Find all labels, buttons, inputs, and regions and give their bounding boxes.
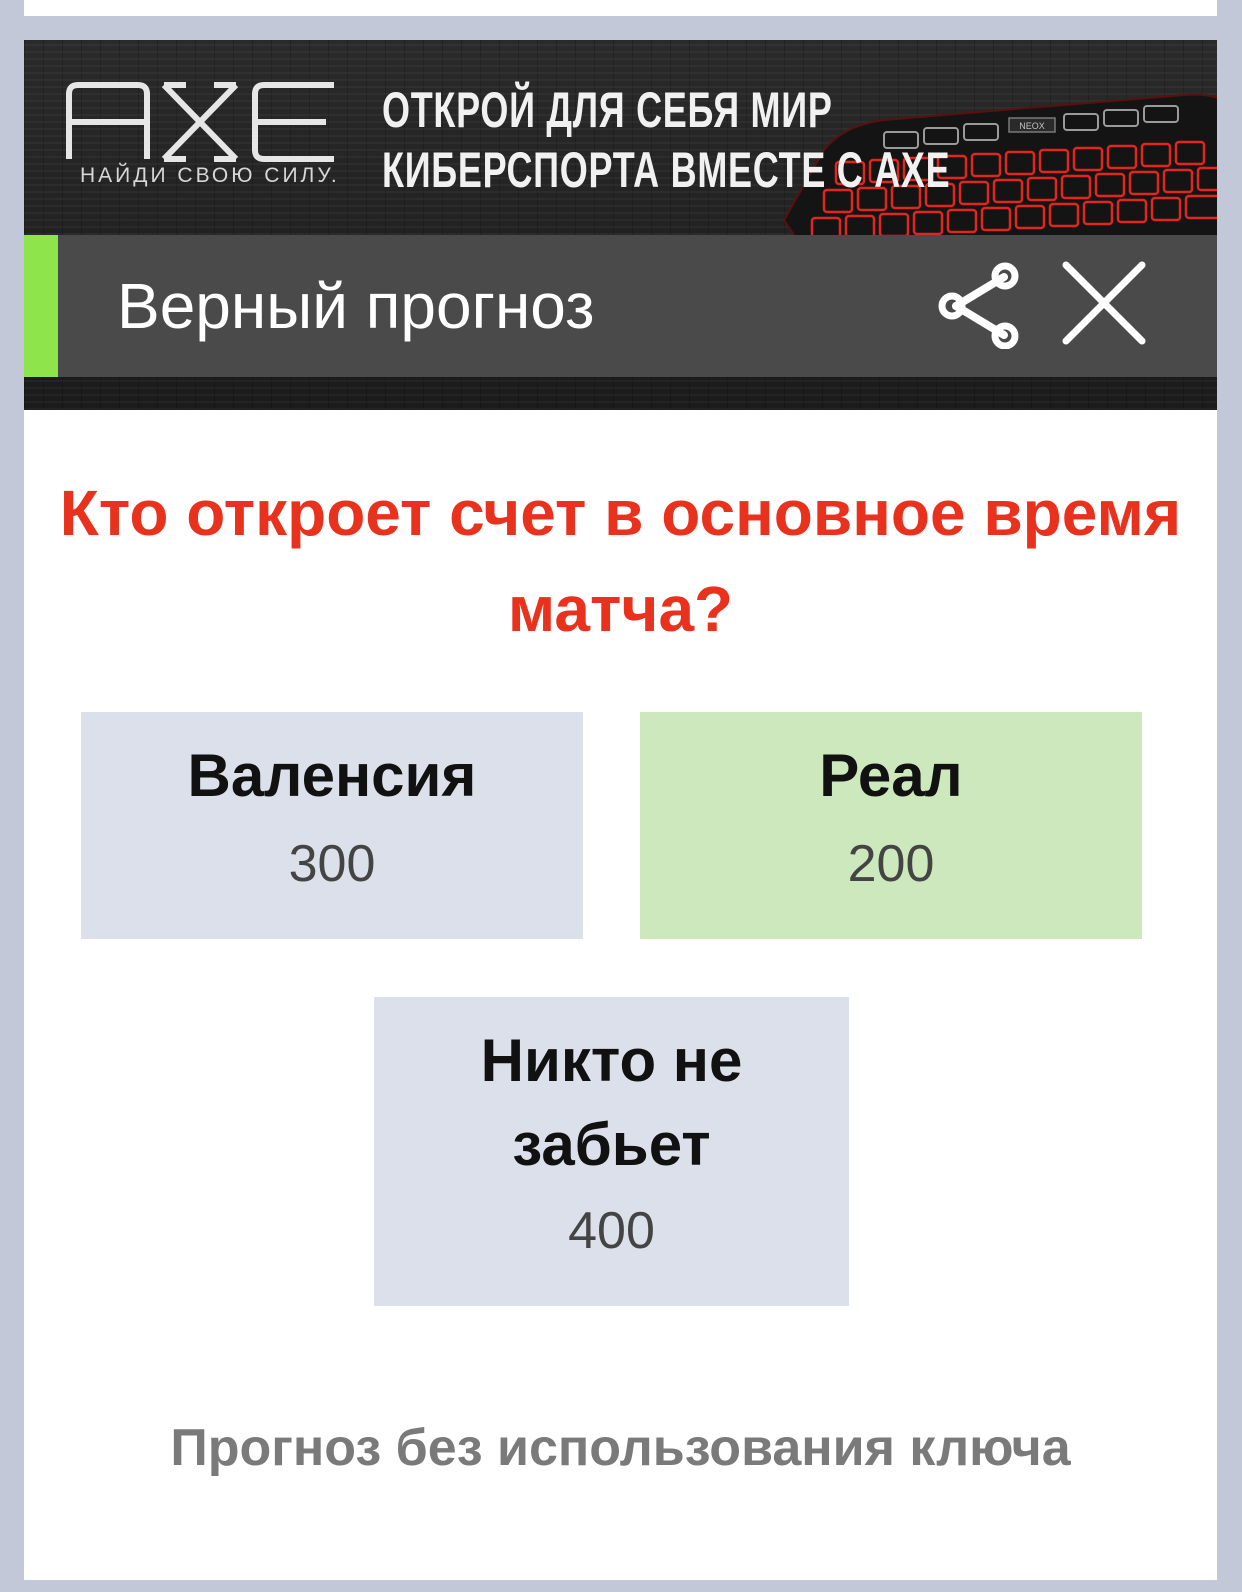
axe-tagline: НАЙДИ СВОЮ СИЛУ. (80, 164, 340, 187)
option-nobody-scores[interactable]: Никто не забьет 400 (374, 997, 849, 1306)
question-text: Кто откроет счет в основное время матча? (59, 477, 1182, 645)
header-accent-bar (24, 235, 58, 377)
promo-line-2: КИБЕРСПОРТА ВМЕСТЕ С AXE (382, 142, 951, 198)
axe-logo (66, 82, 334, 162)
option-real[interactable]: Реал 200 (640, 712, 1142, 939)
ad-banner[interactable]: NEOX НАЙДИ СВОЮ СИЛУ. ОТКРОЙ ДЛЯ СЕБЯ МИ… (24, 40, 1217, 410)
widget-title: Верный прогноз (117, 270, 595, 342)
option-label: Реал (819, 742, 963, 809)
promo-line-1: ОТКРОЙ ДЛЯ СЕБЯ МИР (382, 82, 833, 138)
option-count: 400 (568, 1202, 655, 1260)
keyboard-label: NEOX (1019, 121, 1045, 131)
widget-header: Верный прогноз (24, 235, 1217, 377)
footer-note: Прогноз без использования ключа (170, 1419, 1071, 1477)
previous-card-edge (24, 0, 1217, 16)
option-label: Никто не забьет (480, 1027, 743, 1178)
option-label: Валенсия (187, 742, 477, 809)
prediction-card: NEOX НАЙДИ СВОЮ СИЛУ. ОТКРОЙ ДЛЯ СЕБЯ МИ… (24, 40, 1217, 1580)
option-count: 300 (288, 835, 376, 893)
promo-text: ОТКРОЙ ДЛЯ СЕБЯ МИР КИБЕРСПОРТА ВМЕСТЕ С… (382, 80, 950, 200)
share-icon (938, 262, 1019, 350)
option-valencia[interactable]: Валенсия 300 (81, 712, 583, 939)
close-icon (1062, 261, 1146, 345)
close-button[interactable] (1058, 257, 1150, 349)
share-button[interactable] (934, 259, 1024, 350)
option-count: 200 (847, 835, 935, 893)
